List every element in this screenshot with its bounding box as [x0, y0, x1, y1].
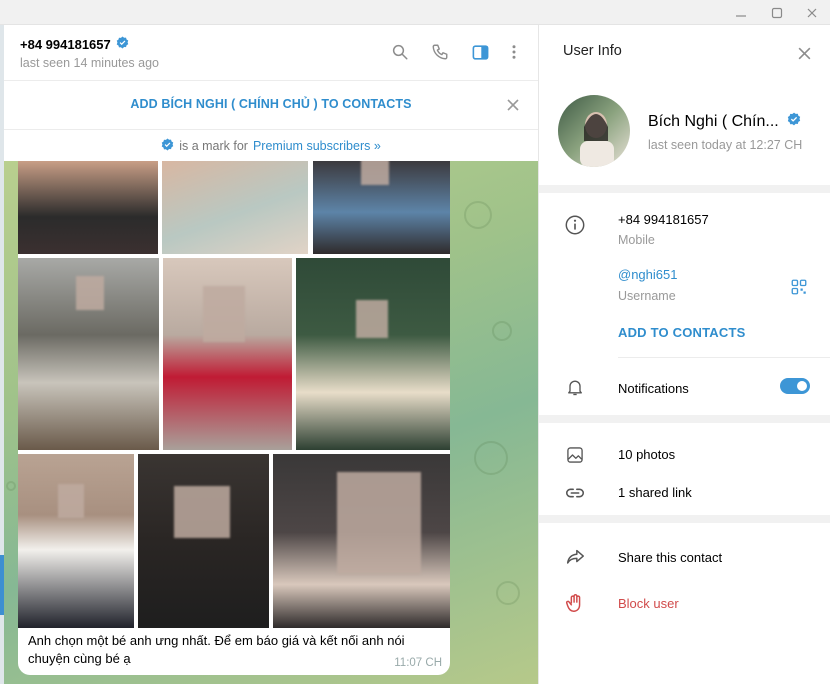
premium-link[interactable]: Premium subscribers » [253, 139, 381, 153]
blur-mask [203, 286, 245, 342]
username-label: Username [618, 289, 676, 303]
toggle-knob [795, 379, 809, 393]
add-to-contacts-button[interactable]: ADD TO CONTACTS [618, 325, 745, 340]
verified-icon [787, 112, 801, 131]
background-doodle [464, 201, 492, 229]
share-icon [563, 545, 587, 569]
section-separator [539, 515, 830, 523]
bell-icon [563, 375, 587, 399]
info-icon [563, 213, 587, 237]
avatar[interactable] [558, 95, 630, 167]
section-separator [539, 185, 830, 193]
chat-header[interactable]: +84 994181657 last seen 14 minutes ago [4, 25, 538, 81]
blur-mask [76, 276, 104, 310]
photo-4[interactable] [18, 258, 159, 450]
close-icon[interactable] [793, 42, 815, 64]
blur-mask [361, 161, 389, 185]
message-caption: Anh chọn một bé anh ưng nhất. Để em báo … [28, 633, 405, 666]
photo-icon [563, 443, 587, 467]
search-icon[interactable] [388, 40, 412, 64]
notifications-toggle[interactable] [780, 378, 810, 394]
verified-icon [116, 36, 129, 52]
background-doodle [6, 481, 16, 491]
blur-mask [174, 486, 230, 538]
background-doodle [474, 441, 508, 475]
chat-pane: +84 994181657 last seen 14 minutes ago A… [4, 25, 538, 684]
close-banner-icon[interactable] [502, 94, 524, 116]
premium-notice: is a mark for Premium subscribers » [4, 131, 538, 161]
title-bar [0, 0, 830, 25]
phone-number[interactable]: +84 994181657 [618, 212, 709, 227]
username[interactable]: @nghi651 [618, 267, 677, 282]
background-doodle [496, 581, 520, 605]
shared-links-count[interactable]: 1 shared link [618, 485, 692, 500]
profile-last-seen: last seen today at 12:27 CH [648, 138, 803, 152]
block-hand-icon [563, 591, 587, 615]
photo-7[interactable] [18, 454, 134, 628]
peer-phone: +84 994181657 [20, 36, 111, 52]
sidebar-toggle-icon[interactable] [468, 40, 492, 64]
link-icon [563, 481, 587, 505]
photo-1[interactable] [18, 161, 158, 254]
background-doodle [492, 321, 512, 341]
peer-title[interactable]: +84 994181657 [20, 36, 129, 52]
profile-name-text: Bích Nghi ( Chín... [648, 112, 779, 130]
phone-label: Mobile [618, 233, 655, 247]
photo-8[interactable] [138, 454, 269, 628]
add-contact-banner: ADD BÍCH NGHI ( CHÍNH CHỦ ) TO CONTACTS [4, 82, 538, 130]
telegram-window: +84 994181657 last seen 14 minutes ago A… [0, 0, 830, 684]
user-info-panel: User Info Bích Nghi ( Chín... last seen … [539, 25, 830, 684]
minimize-icon[interactable] [724, 0, 758, 25]
photo-3[interactable] [313, 161, 450, 254]
verified-icon [161, 138, 174, 154]
photo-5[interactable] [163, 258, 292, 450]
message-time: 11:07 CH [394, 657, 442, 669]
photo-6[interactable] [296, 258, 450, 450]
section-separator [539, 415, 830, 423]
notifications-label: Notifications [618, 381, 689, 396]
chat-background: Anh chọn một bé anh ưng nhất. Để em báo … [4, 161, 538, 684]
photo-2[interactable] [162, 161, 308, 254]
message-bubble[interactable]: Anh chọn một bé anh ưng nhất. Để em báo … [18, 161, 450, 675]
user-info-title: User Info [563, 43, 622, 59]
more-vertical-icon[interactable] [502, 40, 526, 64]
maximize-icon[interactable] [760, 0, 794, 25]
row-divider [618, 357, 830, 358]
blur-mask [356, 300, 388, 338]
share-contact-button[interactable]: Share this contact [618, 550, 722, 565]
photos-count[interactable]: 10 photos [618, 447, 675, 462]
photo-9[interactable] [273, 454, 450, 628]
premium-note-text: is a mark for [179, 139, 248, 153]
profile-name: Bích Nghi ( Chín... [648, 112, 801, 131]
phone-icon[interactable] [428, 40, 452, 64]
blur-mask [58, 484, 84, 518]
close-window-icon[interactable] [795, 0, 829, 25]
blur-mask [337, 472, 421, 574]
block-user-button[interactable]: Block user [618, 596, 679, 611]
add-contact-banner-button[interactable]: ADD BÍCH NGHI ( CHÍNH CHỦ ) TO CONTACTS [4, 97, 538, 111]
peer-last-seen: last seen 14 minutes ago [20, 56, 159, 70]
qr-code-icon[interactable] [787, 275, 811, 299]
